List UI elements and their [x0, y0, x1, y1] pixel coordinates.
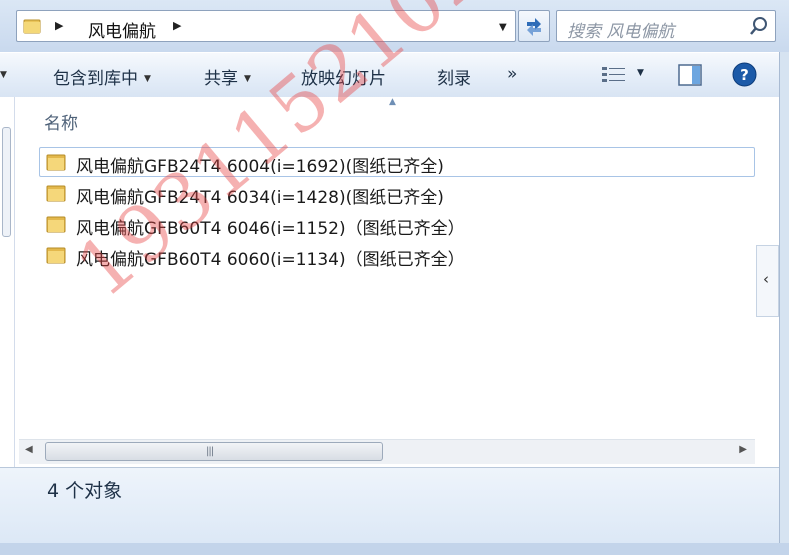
- slideshow-button[interactable]: 放映幻灯片: [301, 64, 386, 89]
- address-bar[interactable]: ▶ 风电偏航 ▶ ▼: [16, 10, 516, 42]
- folder-icon: [46, 247, 66, 264]
- help-icon[interactable]: ?: [732, 62, 757, 87]
- include-in-library-button[interactable]: 包含到库中 ▼: [53, 64, 151, 89]
- title-bar: ▶ 风电偏航 ▶ ▼ 搜索 风电偏航: [0, 0, 789, 52]
- item-count: 4 个对象: [47, 480, 123, 502]
- grip-icon: |||: [206, 446, 214, 457]
- address-dropdown-icon[interactable]: ▼: [499, 22, 507, 33]
- folder-icon: [46, 216, 66, 233]
- window-frame-bottom: [0, 543, 789, 555]
- chevron-down-icon: ▼: [144, 74, 151, 84]
- file-name: 风电偏航GFB24T4 6034(i=1428)(图纸已齐全): [76, 188, 444, 208]
- file-name: 风电偏航GFB60T4 6060(i=1134)（图纸已齐全）: [76, 250, 465, 270]
- breadcrumb-arrow-icon[interactable]: ▶: [173, 19, 181, 32]
- breadcrumb-current[interactable]: 风电偏航: [88, 17, 156, 42]
- horizontal-scrollbar[interactable]: ◀ ||| ▶: [19, 439, 755, 464]
- scroll-right-icon[interactable]: ▶: [739, 444, 747, 455]
- folder-icon: [46, 154, 66, 171]
- window-frame-right: [779, 52, 789, 555]
- view-options-icon[interactable]: [601, 65, 627, 85]
- nav-scrollbar-thumb[interactable]: [2, 127, 11, 237]
- list-item[interactable]: 风电偏航GFB24T4 6004(i=1692)(图纸已齐全): [39, 147, 755, 177]
- burn-button[interactable]: 刻录: [437, 64, 471, 89]
- chevron-left-icon: ‹: [763, 270, 769, 288]
- refresh-button[interactable]: [518, 10, 550, 42]
- column-header-name[interactable]: 名称: [44, 109, 78, 134]
- refresh-icon: [527, 18, 541, 36]
- details-pane: 4 个对象: [0, 467, 779, 544]
- file-list: ▲ 名称 风电偏航GFB24T4 6004(i=1692)(图纸已齐全) 风电偏…: [15, 97, 779, 467]
- sort-ascending-icon: ▲: [389, 97, 396, 107]
- details-pane-toggle[interactable]: ‹: [756, 245, 779, 317]
- breadcrumb-arrow-icon[interactable]: ▶: [55, 19, 63, 32]
- search-box[interactable]: 搜索 风电偏航: [556, 10, 776, 42]
- share-button[interactable]: 共享 ▼: [204, 64, 251, 89]
- list-item[interactable]: 风电偏航GFB60T4 6060(i=1134)（图纸已齐全）: [39, 240, 755, 270]
- preview-pane-icon[interactable]: [678, 63, 702, 87]
- file-name: 风电偏航GFB60T4 6046(i=1152)（图纸已齐全）: [76, 219, 465, 239]
- chevron-down-icon: ▼: [244, 74, 251, 84]
- list-item[interactable]: 风电偏航GFB24T4 6034(i=1428)(图纸已齐全): [39, 178, 755, 208]
- scroll-left-icon[interactable]: ◀: [25, 444, 33, 455]
- command-bar: ▼ 包含到库中 ▼ 共享 ▼ 放映幻灯片 刻录 » ▼ ?: [0, 52, 789, 99]
- navigation-pane: [0, 97, 15, 467]
- file-name: 风电偏航GFB24T4 6004(i=1692)(图纸已齐全): [76, 157, 444, 177]
- folder-icon: [23, 19, 41, 34]
- search-icon[interactable]: [749, 16, 769, 36]
- more-commands-button[interactable]: »: [507, 64, 517, 84]
- folder-icon: [46, 185, 66, 202]
- list-item[interactable]: 风电偏航GFB60T4 6046(i=1152)（图纸已齐全）: [39, 209, 755, 239]
- organize-caret-icon[interactable]: ▼: [0, 70, 7, 80]
- scrollbar-thumb[interactable]: |||: [45, 442, 383, 461]
- search-input[interactable]: 搜索 风电偏航: [567, 17, 674, 42]
- svg-text:?: ?: [740, 66, 749, 84]
- view-dropdown-icon[interactable]: ▼: [637, 68, 644, 78]
